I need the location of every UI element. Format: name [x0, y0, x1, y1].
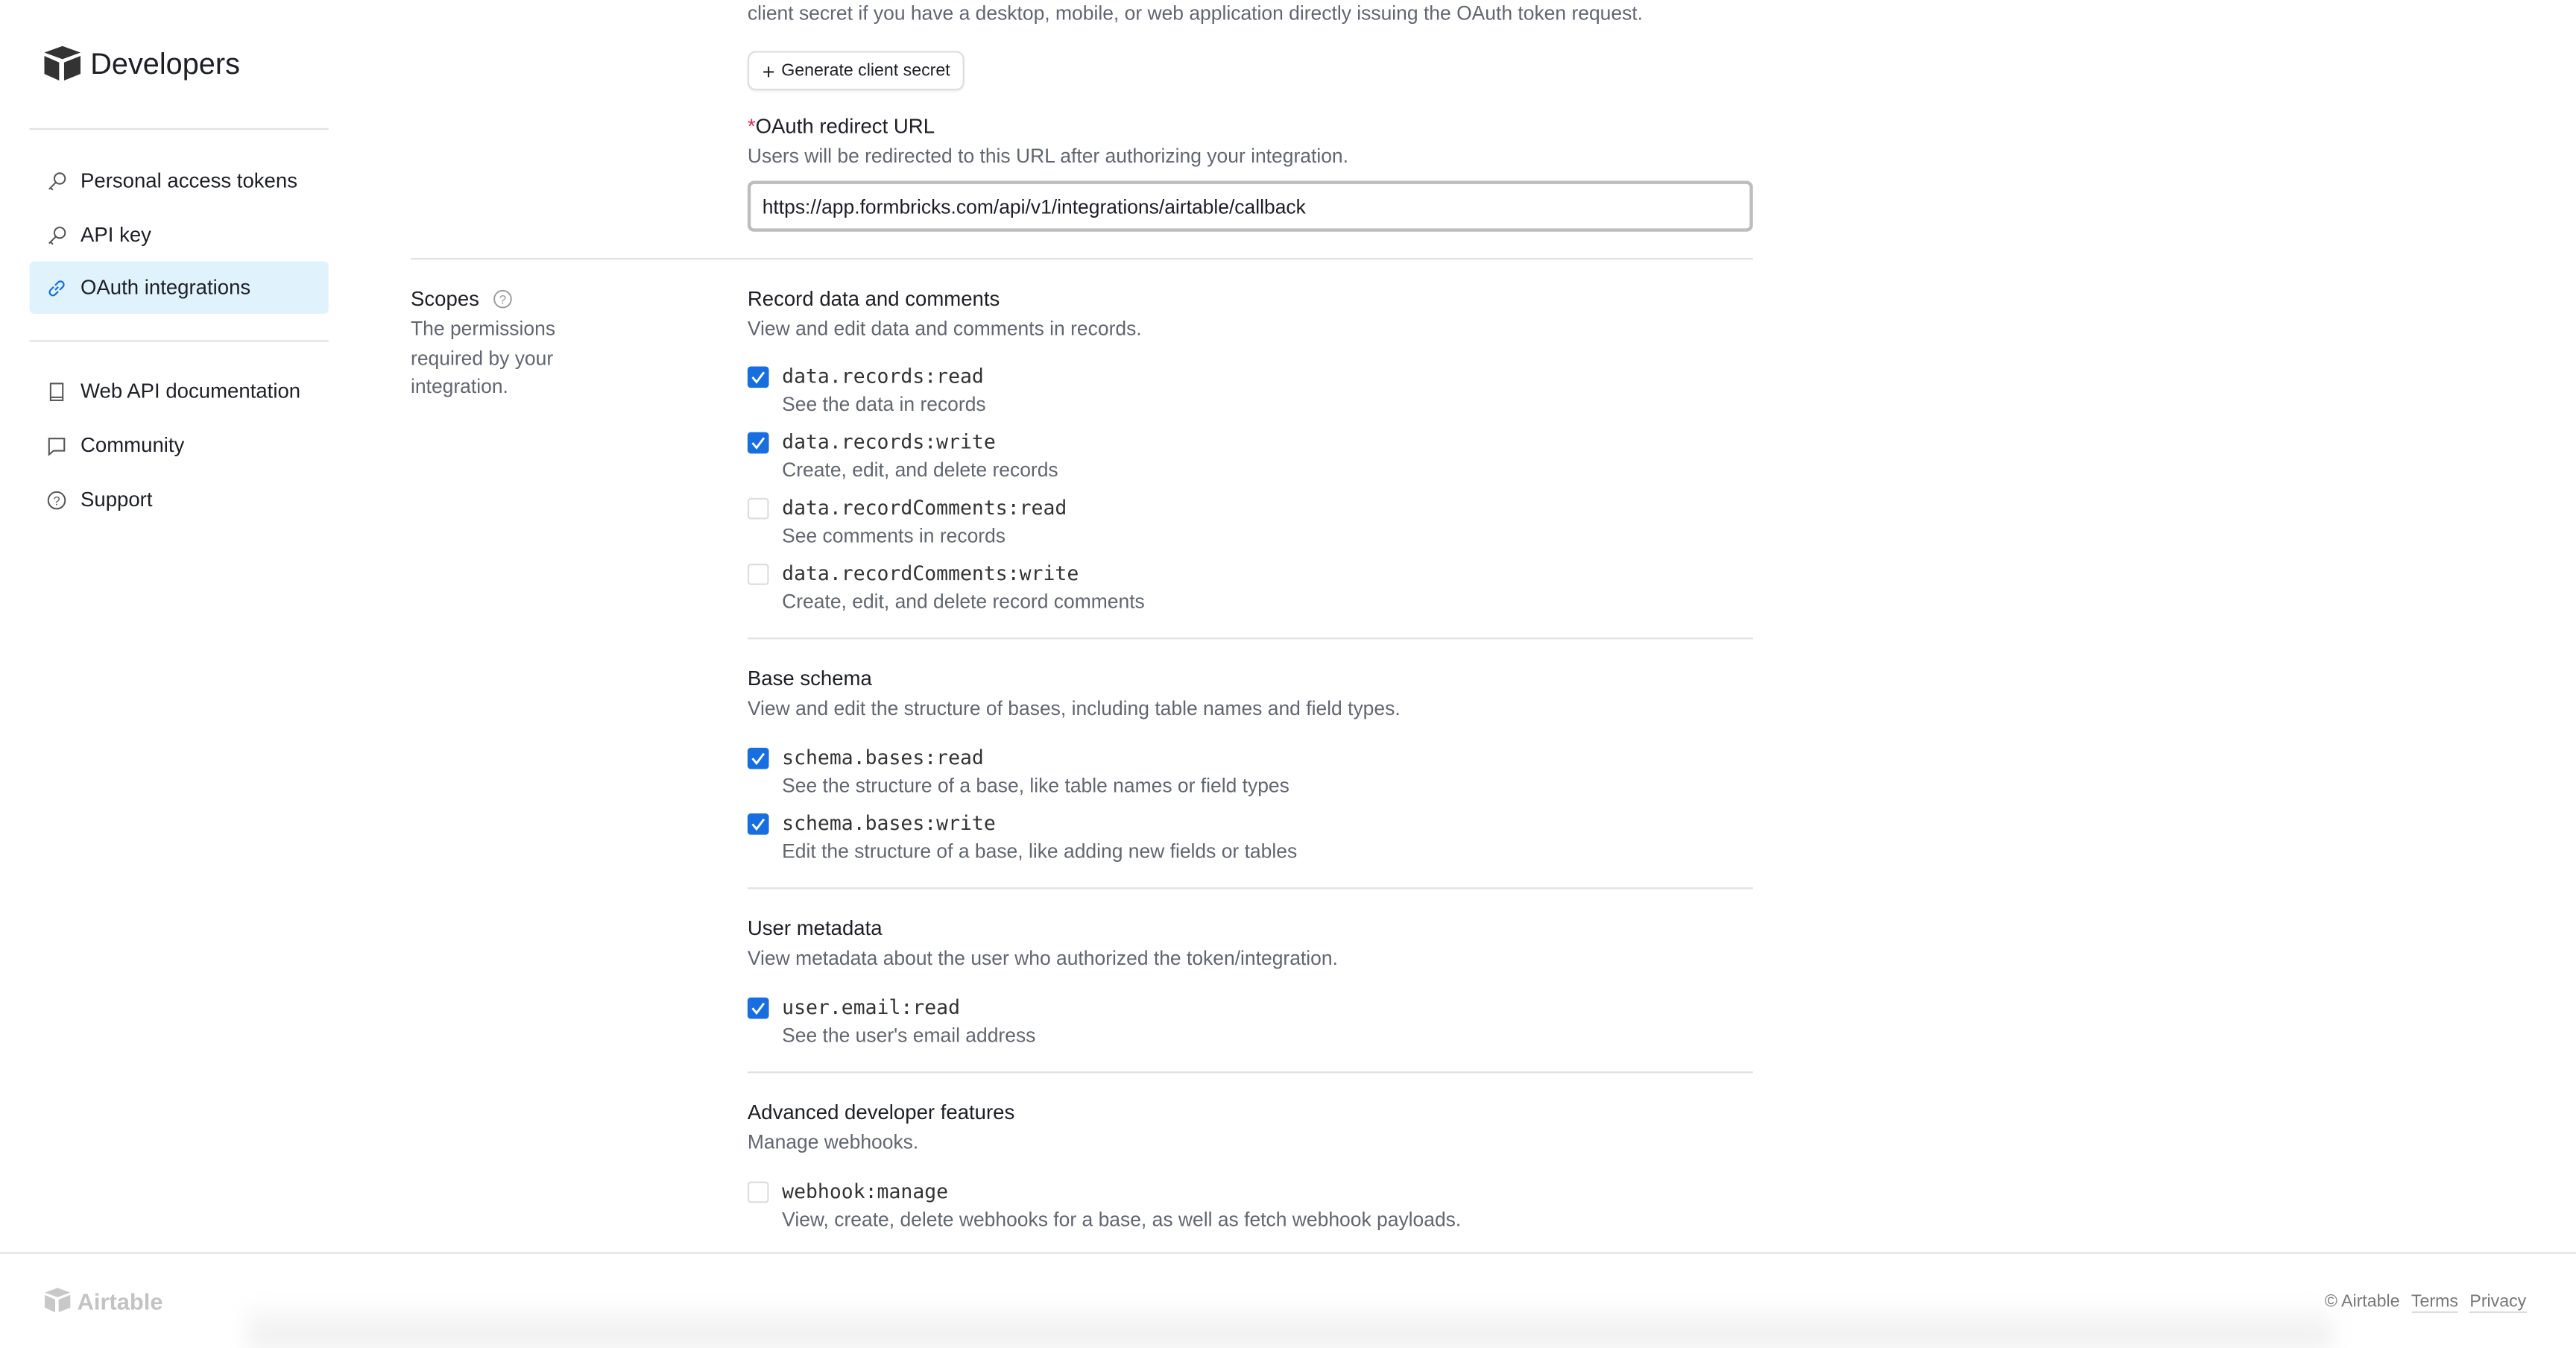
scope-name: schema.bases:write — [782, 811, 996, 835]
footer-divider — [0, 1252, 2576, 1254]
sidebar-item-community[interactable]: Community — [30, 419, 329, 472]
scope-group-title: Advanced developer features — [747, 1100, 1015, 1124]
sidebar-item-personal-access-tokens[interactable]: Personal access tokens — [30, 154, 329, 207]
svg-text:?: ? — [499, 293, 505, 307]
scope-checkbox[interactable] — [747, 1181, 769, 1203]
sidebar-item-label: Community — [80, 433, 185, 457]
scopes-description: The permissions required by your integra… — [411, 317, 556, 398]
scope-description: Create, edit, and delete record comments — [782, 590, 1145, 614]
scope-group-divider — [747, 887, 1753, 889]
copyright: © Airtable — [2324, 1291, 2400, 1311]
scope-name: data.records:read — [782, 365, 984, 388]
key-icon — [48, 225, 66, 245]
scope-description: See the structure of a base, like table … — [782, 774, 1289, 797]
check-icon — [751, 371, 765, 384]
brand-title: Developers — [90, 46, 240, 80]
scope-description: See the data in records — [782, 392, 986, 416]
sidebar-item-oauth-integrations[interactable]: OAuth integrations — [29, 261, 329, 314]
scope-checkbox[interactable] — [747, 497, 769, 520]
privacy-link[interactable]: Privacy — [2469, 1291, 2527, 1314]
link-icon — [48, 280, 65, 296]
sidebar-divider — [29, 127, 329, 130]
generate-client-secret-button[interactable]: + Generate client secret — [747, 51, 965, 91]
brand-logo[interactable]: Developers — [41, 45, 240, 84]
scope-checkbox[interactable] — [747, 747, 769, 769]
check-icon — [751, 437, 765, 450]
scope-group-description: Manage webhooks. — [747, 1130, 919, 1154]
client-secret-text: client secret if you have a desktop, mob… — [747, 1, 1644, 25]
redirect-url-label: *OAuth redirect URL — [748, 115, 935, 138]
footer-links: © Airtable Terms Privacy — [2324, 1291, 2527, 1314]
scope-description: See comments in records — [782, 524, 1006, 547]
scope-group-title: Base schema — [747, 667, 872, 690]
scope-description: View, create, delete webhooks for a base… — [782, 1208, 1462, 1231]
scope-group-divider — [747, 1071, 1753, 1074]
sidebar-divider — [29, 340, 329, 342]
scopes-title: Scopes — [411, 287, 479, 311]
terms-link[interactable]: Terms — [2411, 1291, 2458, 1314]
footer-logo[interactable]: Airtable — [41, 1287, 162, 1314]
airtable-logo-icon — [44, 1288, 71, 1313]
sidebar-item-api-key[interactable]: API key — [30, 209, 329, 262]
scope-name: data.recordComments:read — [782, 496, 1067, 520]
footer-shadow — [246, 1298, 2333, 1348]
scope-name: schema.bases:read — [782, 746, 984, 769]
scope-description: See the user's email address — [782, 1024, 1036, 1048]
redirect-url-input[interactable]: https://app.formbricks.com/api/v1/integr… — [747, 180, 1753, 232]
help-icon: ? — [47, 490, 66, 509]
scope-checkbox[interactable] — [747, 366, 769, 388]
button-label: Generate client secret — [781, 60, 950, 81]
scopes-heading: Scopes ? — [411, 288, 512, 311]
check-icon — [751, 1002, 765, 1015]
scope-name: webhook:manage — [782, 1180, 949, 1203]
plus-icon: + — [762, 58, 775, 84]
redirect-url-help: Users will be redirected to this URL aft… — [747, 144, 1348, 168]
scope-name: data.records:write — [782, 430, 996, 454]
label-text: OAuth redirect URL — [755, 115, 935, 139]
scope-group-title: Record data and comments — [747, 287, 1000, 311]
sidebar-item-label: Personal access tokens — [80, 169, 297, 192]
scope-name: user.email:read — [782, 995, 961, 1019]
help-icon[interactable]: ? — [493, 289, 512, 309]
required-mark: * — [747, 115, 756, 139]
scope-name: data.recordComments:write — [782, 561, 1079, 585]
footer-logo-text: Airtable — [77, 1287, 163, 1314]
scope-group-description: View metadata about the user who authori… — [747, 946, 1338, 970]
scope-description: Edit the structure of a base, like addin… — [782, 840, 1298, 863]
scope-checkbox[interactable] — [747, 432, 769, 454]
svg-text:?: ? — [53, 494, 60, 507]
scope-checkbox[interactable] — [747, 997, 769, 1019]
scope-group-title: User metadata — [747, 916, 883, 940]
sidebar-item-label: Web API documentation — [80, 379, 301, 403]
sidebar-item-support[interactable]: ? Support — [30, 473, 329, 526]
check-icon — [751, 752, 765, 766]
section-divider — [411, 258, 1753, 260]
check-icon — [751, 818, 765, 831]
book-icon — [49, 382, 64, 400]
sidebar-item-label: API key — [80, 223, 151, 247]
chat-icon — [48, 437, 66, 456]
sidebar-item-web-api-documentation[interactable]: Web API documentation — [30, 365, 329, 418]
key-icon — [48, 171, 66, 190]
sidebar-item-label: OAuth integrations — [80, 276, 251, 300]
scope-group-description: View and edit data and comments in recor… — [747, 317, 1142, 341]
scope-checkbox[interactable] — [747, 564, 769, 585]
scope-checkbox[interactable] — [747, 813, 769, 835]
scope-description: Create, edit, and delete records — [782, 458, 1058, 482]
scope-group-description: View and edit the structure of bases, in… — [747, 696, 1401, 720]
scope-group-divider — [747, 637, 1753, 640]
airtable-box-icon — [44, 45, 81, 81]
sidebar-item-label: Support — [80, 488, 153, 511]
